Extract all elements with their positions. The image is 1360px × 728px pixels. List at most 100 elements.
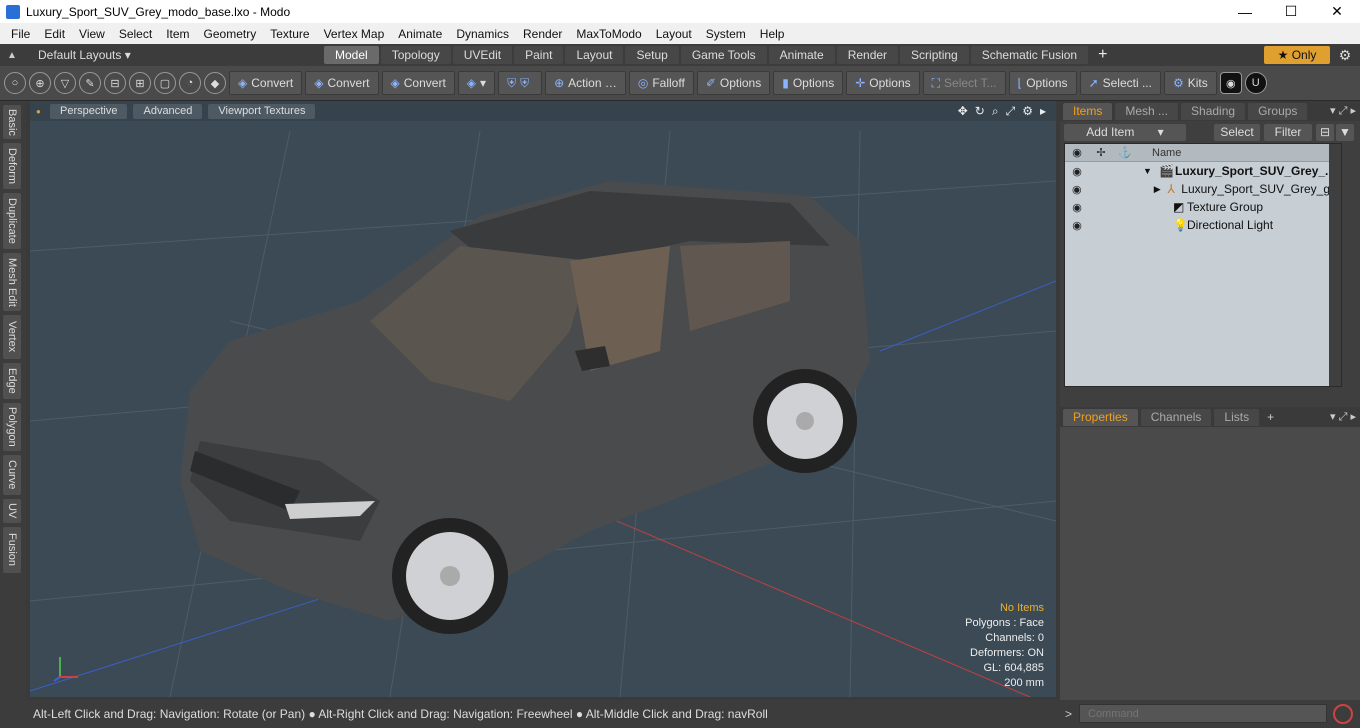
options-button-4[interactable]: ⌊ Options [1008, 71, 1077, 95]
snap-button[interactable]: ⛨ ⛨ [498, 71, 543, 95]
menu-animate[interactable]: Animate [391, 27, 449, 41]
convert-button-1[interactable]: ◈ Convert [229, 71, 303, 95]
menu-file[interactable]: File [4, 27, 37, 41]
shield-icon[interactable]: ◆ [204, 72, 226, 94]
zoom-icon[interactable]: ⌕ [992, 104, 999, 119]
gear-icon[interactable]: ⚙ [1330, 47, 1360, 64]
menu-select[interactable]: Select [112, 27, 159, 41]
tab-paint[interactable]: Paint [514, 46, 564, 64]
options-button-1[interactable]: ✐ Options [696, 71, 771, 95]
tab-items[interactable]: Items [1063, 102, 1113, 120]
panel-options-icon[interactable]: ▾ ⤢ ▸ [1330, 104, 1360, 118]
tab-channels[interactable]: Channels [1140, 408, 1212, 426]
selection-button[interactable]: ➚ Selecti ... [1079, 71, 1161, 95]
tab-topology[interactable]: Topology [380, 46, 451, 64]
pivot-mode-icon[interactable]: ⊞ [129, 72, 151, 94]
tab-uvedit[interactable]: UVEdit [452, 46, 513, 64]
fit-icon[interactable]: ⤢ [1006, 104, 1016, 119]
tab-duplicate[interactable]: Duplicate [3, 193, 21, 249]
properties-panel-options-icon[interactable]: ▾ ⤢ ▸ [1330, 410, 1360, 424]
3d-viewport[interactable]: ● Perspective Advanced Viewport Textures… [30, 101, 1056, 697]
unity-icon[interactable]: ◉ [1219, 72, 1242, 94]
tab-model[interactable]: Model [324, 46, 379, 64]
tab-uv[interactable]: UV [3, 499, 21, 523]
options-button-2[interactable]: ▮ Options [773, 71, 844, 95]
funnel-icon[interactable]: ▼ [1336, 123, 1354, 141]
item-mode-icon[interactable]: ✎ [79, 72, 101, 94]
perspective-dropdown[interactable]: Perspective [50, 103, 128, 119]
vertex-mode-icon[interactable]: ○ [4, 72, 26, 94]
tab-mesh-edit[interactable]: Mesh Edit [3, 253, 21, 311]
expand-arrow-icon[interactable]: ▼ [1143, 166, 1159, 176]
tab-layout[interactable]: Layout [565, 46, 624, 64]
default-layouts-dropdown[interactable]: Default Layouts ▾ [24, 48, 324, 62]
add-tab-plus-icon[interactable]: + [1098, 46, 1107, 64]
eye-icon[interactable]: ◉ [1065, 165, 1089, 178]
menu-item[interactable]: Item [159, 27, 196, 41]
polygon-mode-icon[interactable]: ▽ [54, 72, 76, 94]
only-toggle[interactable]: ★ Only [1264, 46, 1330, 64]
tab-animate[interactable]: Animate [768, 46, 835, 64]
tab-vertex[interactable]: Vertex [3, 315, 21, 359]
tab-polygon[interactable]: Polygon [3, 403, 21, 451]
menu-geometry[interactable]: Geometry [197, 27, 264, 41]
tab-deform[interactable]: Deform [3, 143, 21, 189]
record-icon[interactable] [1333, 704, 1353, 724]
options-button-3[interactable]: ✛ Options [846, 71, 920, 95]
viewport-textures-dropdown[interactable]: Viewport Textures [208, 103, 316, 119]
tab-fusion[interactable]: Fusion [3, 527, 21, 573]
list-item[interactable]: ◉ ▶ ⅄ Luxury_Sport_SUV_Grey_gr... [1065, 180, 1341, 198]
menu-texture[interactable]: Texture [263, 27, 316, 41]
action-center-button[interactable]: ⊕ Action … [545, 71, 626, 95]
advanced-dropdown[interactable]: Advanced [133, 103, 203, 119]
select-button[interactable]: Select [1214, 123, 1260, 141]
tab-lists[interactable]: Lists [1214, 408, 1260, 426]
tab-schematic-fusion[interactable]: Schematic Fusion [970, 46, 1089, 64]
eye-icon[interactable]: ◉ [1065, 201, 1089, 214]
symmetry-button[interactable]: ◈ ▾ [457, 71, 496, 95]
tab-curve[interactable]: Curve [3, 455, 21, 495]
kits-button[interactable]: ⚙ Kits [1163, 71, 1217, 95]
collapse-up-icon[interactable]: ▲ [0, 50, 24, 61]
tab-mesh[interactable]: Mesh ... [1115, 102, 1179, 120]
close-button[interactable]: ✕ [1314, 0, 1360, 23]
menu-dynamics[interactable]: Dynamics [449, 27, 516, 41]
add-tab-plus-icon[interactable]: + [1267, 410, 1274, 424]
convert-button-2[interactable]: ◈ Convert [305, 71, 379, 95]
tab-game-tools[interactable]: Game Tools [680, 46, 767, 64]
center-mode-icon[interactable]: ▢ [154, 72, 176, 94]
tab-basic[interactable]: Basic [3, 105, 21, 139]
material-mode-icon[interactable]: ⊟ [104, 72, 126, 94]
tab-shading[interactable]: Shading [1181, 102, 1246, 120]
falloff-button[interactable]: ◎ Falloff [628, 71, 694, 95]
menu-system[interactable]: System [699, 27, 753, 41]
command-input[interactable] [1079, 704, 1327, 723]
tab-render[interactable]: Render [836, 46, 899, 64]
tab-edge[interactable]: Edge [3, 363, 21, 399]
pan-icon[interactable]: ✥ [958, 104, 968, 119]
items-scrollbar[interactable] [1329, 144, 1341, 386]
name-column-header[interactable]: Name [1152, 147, 1181, 159]
list-item[interactable]: ◉ ◩ Texture Group [1065, 198, 1341, 216]
collapse-all-icon[interactable]: ⊟ [1316, 123, 1334, 141]
viewport-menu-icon[interactable]: ▸ [1040, 104, 1046, 119]
tab-scripting[interactable]: Scripting [900, 46, 969, 64]
menu-layout[interactable]: Layout [649, 27, 699, 41]
viewport-gear-icon[interactable]: ⚙ [1022, 104, 1033, 119]
edge-mode-icon[interactable]: ⊕ [29, 72, 51, 94]
tab-properties[interactable]: Properties [1063, 408, 1138, 426]
tab-groups[interactable]: Groups [1248, 102, 1308, 120]
menu-render[interactable]: Render [516, 27, 569, 41]
list-item[interactable]: ◉ 💡 Directional Light [1065, 216, 1341, 234]
select-t-button[interactable]: ⛶ Select T... [922, 71, 1006, 95]
maximize-button[interactable]: ☐ [1268, 0, 1314, 23]
unreal-icon[interactable]: U [1244, 72, 1267, 94]
minimize-button[interactable]: — [1222, 0, 1268, 23]
menu-vertex-map[interactable]: Vertex Map [317, 27, 392, 41]
list-item[interactable]: ◉ ▼ 🎬 Luxury_Sport_SUV_Grey_... [1065, 162, 1341, 180]
menu-edit[interactable]: Edit [37, 27, 72, 41]
menu-maxtomodo[interactable]: MaxToModo [569, 27, 648, 41]
add-item-button[interactable]: Add Item ▾ [1064, 123, 1186, 141]
eye-icon[interactable]: ◉ [1065, 183, 1089, 196]
tab-setup[interactable]: Setup [625, 46, 679, 64]
